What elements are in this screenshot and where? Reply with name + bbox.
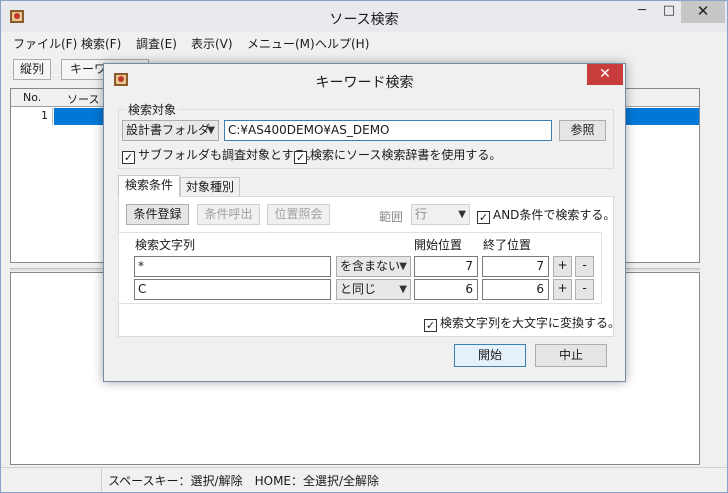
- uppercase-checkbox[interactable]: ✓ 検索文字列を大文字に変換する。: [424, 316, 620, 332]
- checkbox-checked-icon: ✓: [122, 151, 135, 164]
- dialog-close-button[interactable]: ✕: [587, 64, 623, 85]
- match-op-select-1[interactable]: を含まない ▼: [336, 256, 411, 277]
- match-op-select-2[interactable]: と同じ ▼: [336, 279, 411, 300]
- dialog-titlebar[interactable]: キーワード検索 ✕: [104, 64, 625, 94]
- search-string-input-1[interactable]: *: [134, 256, 331, 277]
- range-value: 行: [415, 207, 428, 221]
- start-button[interactable]: 開始: [454, 344, 526, 367]
- start-position-input-2[interactable]: 6: [414, 279, 478, 300]
- end-position-input-2[interactable]: 6: [482, 279, 549, 300]
- match-op-value-1: を含まない: [340, 259, 401, 273]
- main-title: ソース検索: [329, 12, 399, 28]
- range-select[interactable]: 行 ▼: [411, 204, 470, 225]
- status-divider: [101, 468, 102, 492]
- browse-button[interactable]: 参照: [559, 120, 606, 141]
- dialog-title: キーワード検索: [315, 75, 414, 91]
- target-type-select[interactable]: 設計書フォルダ ▼: [122, 120, 219, 141]
- minimize-button[interactable]: ─: [629, 1, 655, 23]
- col-search-string: 検索文字列: [135, 238, 196, 252]
- vertical-column-button[interactable]: 縦列: [13, 59, 51, 80]
- and-condition-label: AND条件で検索する。: [493, 208, 616, 222]
- col-start-position: 開始位置: [414, 238, 463, 252]
- menu-bar: ファイル(F) 検索(F) 調査(E) 表示(V) メニュー(M) ヘルプ(H): [1, 32, 727, 53]
- uppercase-label: 検索文字列を大文字に変換する。: [440, 316, 621, 330]
- remove-row-button-2[interactable]: -: [575, 279, 594, 300]
- main-titlebar[interactable]: ソース検索 ─ □ ✕: [1, 1, 727, 32]
- status-bar: スペースキー：選択/解除 HOME：全選択/全解除: [1, 467, 727, 492]
- search-string-input-2[interactable]: C: [134, 279, 331, 300]
- subfolders-checkbox[interactable]: ✓ サブフォルダも調査対象とする。: [122, 148, 318, 164]
- maximize-button[interactable]: □: [656, 1, 682, 23]
- grid-col-no[interactable]: No.: [23, 91, 41, 104]
- keyword-search-dialog: キーワード検索 ✕ 検索対象 設計書フォルダ ▼ C:¥AS400DEMO¥AS…: [103, 63, 626, 382]
- tab-target-types[interactable]: 対象種別: [180, 177, 240, 197]
- dictionary-label: 検索にソース検索辞書を使用する。: [310, 148, 502, 162]
- col-end-position: 終了位置: [483, 238, 532, 252]
- menu-investigate[interactable]: 調査(E): [136, 35, 177, 52]
- chevron-down-icon: ▼: [399, 261, 407, 272]
- tab-search-conditions[interactable]: 検索条件: [118, 175, 180, 197]
- start-position-input-1[interactable]: 7: [414, 256, 478, 277]
- menu-menu[interactable]: メニュー(M): [247, 35, 315, 52]
- menu-search[interactable]: 検索(F): [81, 35, 121, 52]
- menu-help[interactable]: ヘルプ(H): [315, 35, 369, 52]
- chevron-down-icon: ▼: [207, 125, 215, 136]
- chevron-down-icon: ▼: [399, 284, 407, 295]
- position-lookup-button[interactable]: 位置照会: [267, 204, 330, 225]
- close-button[interactable]: ✕: [681, 1, 725, 23]
- register-condition-button[interactable]: 条件登録: [126, 204, 189, 225]
- grid-row-number: 1: [11, 108, 53, 125]
- search-target-label: 検索対象: [126, 101, 179, 118]
- remove-row-button-1[interactable]: -: [575, 256, 594, 277]
- menu-file[interactable]: ファイル(F): [13, 35, 77, 52]
- status-text: スペースキー：選択/解除 HOME：全選択/全解除: [108, 474, 380, 488]
- match-op-value-2: と同じ: [340, 282, 377, 296]
- range-label: 範囲: [379, 210, 404, 224]
- grid-col-source[interactable]: ソース: [67, 91, 99, 107]
- cancel-button[interactable]: 中止: [535, 344, 607, 367]
- add-row-button-1[interactable]: +: [553, 256, 572, 277]
- add-row-button-2[interactable]: +: [553, 279, 572, 300]
- chevron-down-icon: ▼: [458, 209, 466, 220]
- menu-view[interactable]: 表示(V): [191, 35, 233, 52]
- and-condition-checkbox[interactable]: ✓ AND条件で検索する。: [477, 208, 615, 224]
- target-type-value: 設計書フォルダ: [126, 123, 211, 137]
- subfolders-label: サブフォルダも調査対象とする。: [138, 148, 318, 162]
- dictionary-checkbox[interactable]: ✓ 検索にソース検索辞書を使用する。: [294, 148, 501, 164]
- recall-condition-button[interactable]: 条件呼出: [197, 204, 260, 225]
- checkbox-checked-icon: ✓: [294, 151, 307, 164]
- end-position-input-1[interactable]: 7: [482, 256, 549, 277]
- path-input[interactable]: C:¥AS400DEMO¥AS_DEMO: [224, 120, 552, 141]
- checkbox-checked-icon: ✓: [424, 319, 437, 332]
- checkbox-checked-icon: ✓: [477, 211, 490, 224]
